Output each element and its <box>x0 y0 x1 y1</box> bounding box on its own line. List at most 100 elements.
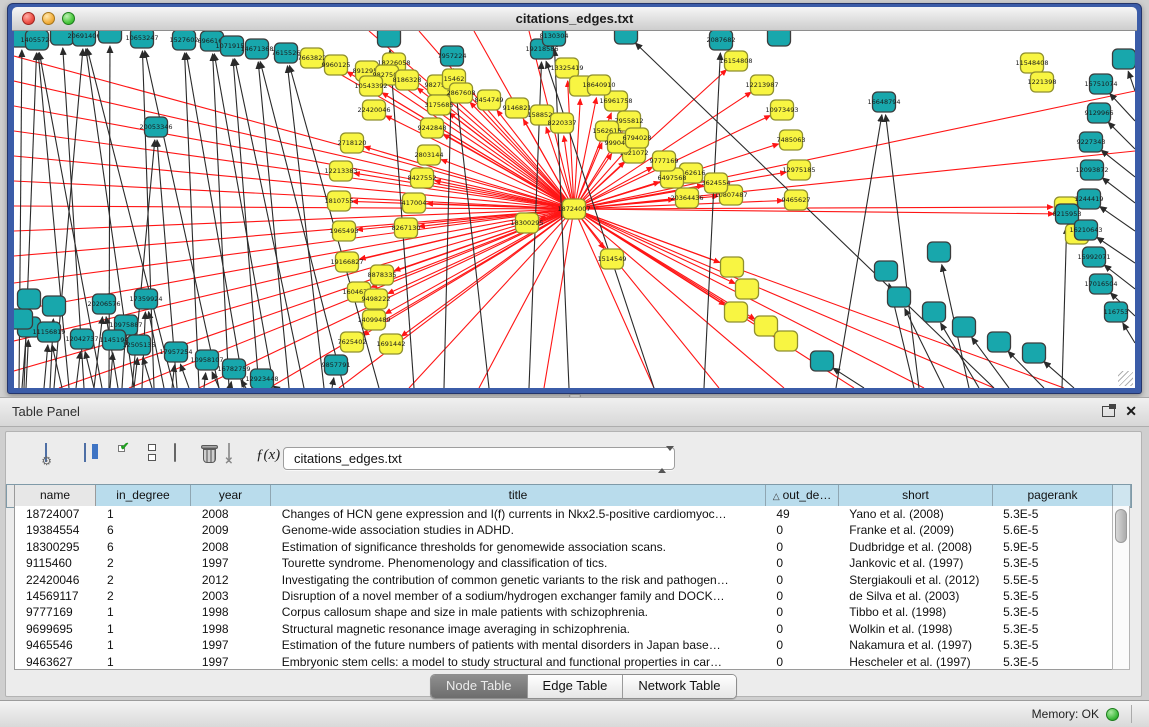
graph-node-label: 14055724 <box>20 36 53 44</box>
header-corner-cell <box>7 485 15 507</box>
header-scrollbar-cell <box>1113 485 1131 507</box>
graph-node[interactable] <box>378 31 401 47</box>
cell-year: 1997 <box>191 555 271 571</box>
cell-in_degree: 1 <box>96 604 191 620</box>
graph-node-label: 9227343 <box>1077 138 1106 146</box>
stacked-boxes-icon <box>148 444 156 461</box>
cell-title: Embryonic stem cells: a model to study s… <box>271 654 766 670</box>
graph-node[interactable] <box>888 287 911 307</box>
cell-out_de: 0 <box>765 555 838 571</box>
table-body: 1872400712008Changes of HCN gene express… <box>14 506 1112 670</box>
column-header-out_de[interactable]: △out_de… <box>766 485 839 507</box>
citation-edge-black <box>635 43 994 388</box>
graph-node[interactable] <box>1113 49 1136 69</box>
graph-node[interactable] <box>18 289 41 309</box>
new-table-icon[interactable] <box>174 444 176 462</box>
graph-node[interactable] <box>953 317 976 337</box>
window-titlebar[interactable]: citations_edges.txt <box>12 7 1137 31</box>
graph-node[interactable] <box>875 261 898 281</box>
graph-node-label: 17957254 <box>159 348 192 356</box>
graph-node[interactable] <box>928 242 951 262</box>
table-row[interactable]: 2242004622012Investigating the contribut… <box>15 572 1112 588</box>
cell-short: Nakamura et al. (1997) <box>838 637 992 653</box>
column-header-title[interactable]: title <box>271 485 766 507</box>
cell-in_degree: 2 <box>96 555 191 571</box>
graph-node-label: 9465627 <box>782 196 811 204</box>
graph-node[interactable] <box>988 332 1011 352</box>
table-row[interactable]: 1872400712008Changes of HCN gene express… <box>15 506 1112 522</box>
graph-node[interactable] <box>768 31 791 46</box>
table-row[interactable]: 946362711997Embryonic stem cells: a mode… <box>15 654 1112 670</box>
graph-node-label: 20053346 <box>139 123 172 131</box>
memory-ok-indicator[interactable] <box>1106 708 1119 721</box>
cell-in_degree: 1 <box>96 654 191 670</box>
citation-edge-black <box>233 59 259 388</box>
graph-node-label: 116753 <box>1104 308 1129 316</box>
table-header-row: namein_degreeyeartitle△out_de…shortpager… <box>6 484 1132 508</box>
table-row[interactable]: 911546021997Tourette syndrome. Phenomeno… <box>15 555 1112 571</box>
cell-title: Genome-wide association studies in ADHD. <box>271 522 766 538</box>
graph-node[interactable] <box>721 257 744 277</box>
column-header-short[interactable]: short <box>839 485 993 507</box>
cell-year: 2003 <box>191 588 271 604</box>
cell-out_de: 0 <box>765 588 838 604</box>
citation-edge-red <box>14 131 574 209</box>
highlighted-column-icon <box>92 444 98 459</box>
graph-node[interactable] <box>1023 343 1046 363</box>
vertical-scrollbar[interactable] <box>1112 506 1130 670</box>
graph-node[interactable] <box>615 31 638 44</box>
table-row[interactable]: 946554611997Estimation of the future num… <box>15 637 1112 653</box>
column-header-year[interactable]: year <box>191 485 271 507</box>
graph-node[interactable] <box>43 296 66 316</box>
graph-node[interactable] <box>811 351 834 371</box>
graph-node-label: 12042737 <box>65 335 98 343</box>
table-row[interactable]: 1938455462009Genome-wide association stu… <box>15 522 1112 538</box>
graph-node-label: 20364436 <box>670 194 703 202</box>
citation-edge-black <box>836 115 882 388</box>
citation-edge-red <box>14 156 574 209</box>
delete-table-icon-disabled: ✕ <box>228 444 230 462</box>
table-row[interactable]: 1456911722003Disruption of a novel membe… <box>15 588 1112 604</box>
merge-rows-icon[interactable] <box>148 444 156 464</box>
table-type-tabs: Node TableEdge TableNetwork Table <box>430 674 737 699</box>
network-canvas[interactable]: 1405572420691406106532471527602696616010… <box>14 31 1135 388</box>
network-table-dropdown[interactable]: citations_edges.txt <box>283 447 675 470</box>
canvas-resize-grip[interactable] <box>1118 371 1133 386</box>
graph-node-label: 2087682 <box>707 36 736 44</box>
graph-node[interactable] <box>736 279 759 299</box>
graph-node-label: 16210643 <box>1069 226 1102 234</box>
cell-year: 1997 <box>191 654 271 670</box>
cell-out_de: 0 <box>765 572 838 588</box>
column-header-pagerank[interactable]: pagerank <box>993 485 1113 507</box>
function-builder-icon[interactable]: ƒ(x) <box>256 447 280 464</box>
table-mode-icon[interactable]: ⚙ <box>45 444 47 462</box>
column-header-in_degree[interactable]: in_degree <box>96 485 191 507</box>
graph-node[interactable] <box>755 316 778 336</box>
graph-node-label: 9129966 <box>1085 109 1114 117</box>
tab-network-table[interactable]: Network Table <box>623 675 735 698</box>
cell-in_degree: 1 <box>96 637 191 653</box>
column-visibility-icon[interactable] <box>84 444 86 462</box>
cell-title: Disruption of a novel member of a sodium… <box>271 588 766 604</box>
scrollbar-thumb[interactable] <box>1115 509 1127 543</box>
sort-ascending-icon: △ <box>773 491 780 501</box>
graph-node[interactable] <box>725 302 748 322</box>
table-row[interactable]: 977716911998Corpus callosum shape and si… <box>15 604 1112 620</box>
graph-node[interactable] <box>923 302 946 322</box>
column-header-name[interactable]: name <box>15 485 96 507</box>
table-panel-header: Table Panel ✕ <box>0 397 1149 427</box>
table-row[interactable]: 969969511998Structural magnetic resonanc… <box>15 621 1112 637</box>
cell-name: 9777169 <box>15 604 96 620</box>
close-panel-icon[interactable]: ✕ <box>1125 403 1137 420</box>
tab-node-table[interactable]: Node Table <box>431 675 528 698</box>
table-row[interactable]: 1830029562008Estimation of significance … <box>15 539 1112 555</box>
graph-node-label: 11156819 <box>32 328 65 336</box>
float-panel-icon[interactable] <box>1102 406 1115 417</box>
tab-edge-table[interactable]: Edge Table <box>528 675 624 698</box>
graph-node[interactable] <box>14 309 33 329</box>
gear-icon: ⚙ <box>41 454 52 468</box>
cell-year: 2008 <box>191 539 271 555</box>
graph-node-label: 3175685 <box>425 101 454 109</box>
graph-node[interactable] <box>775 331 798 351</box>
graph-node[interactable] <box>99 31 122 43</box>
